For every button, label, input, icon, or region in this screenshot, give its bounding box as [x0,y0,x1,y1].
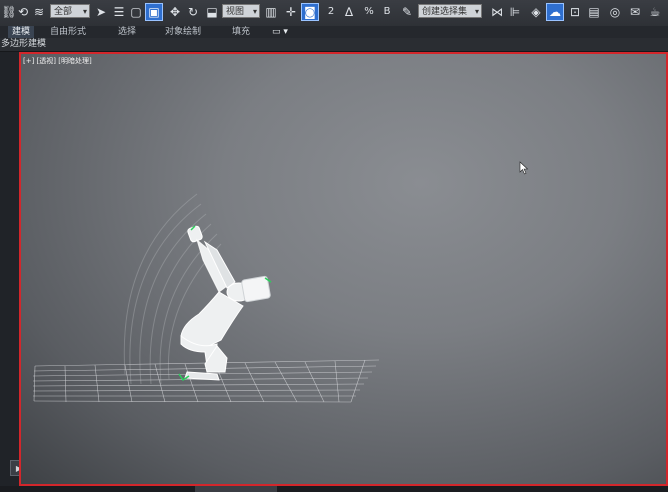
bind-spacewarp-icon[interactable]: ≋ [30,3,48,21]
material-editor-icon[interactable]: ◎ [606,3,624,21]
ribbon-options-icon[interactable]: ▭ ▾ [272,26,288,38]
select-object-icon[interactable]: ➤ [92,3,110,21]
angle-snap-icon[interactable]: ∆ [340,3,358,21]
scene-explorer-icon[interactable]: ☁ [546,3,564,21]
perspective-viewport[interactable]: [+] [透视] [明暗处理] [19,52,668,486]
mirror-icon[interactable]: ⋈ [488,3,506,21]
main-toolbar: ⛓ ⟲ ≋ 全部 ▾ ➤ ☰ ▢ ▣ ✥ ↻ ⬓ 视图 ▾ ▥ ✛ ◙ 2 ∆ % … [0,0,668,27]
select-by-name-icon[interactable]: ☰ [110,3,128,21]
select-manipulate-icon[interactable]: ✛ [282,3,300,21]
curve-editor-icon[interactable]: ⊡ [566,3,584,21]
rect-selection-icon[interactable]: ▢ [127,3,145,21]
tab-selection[interactable]: 选择 [118,26,136,38]
named-selection-field[interactable]: 创建选择集 ▾ [418,4,482,18]
character-model [180,225,271,381]
render-icon[interactable]: ☕ [646,3,664,21]
layer-manager-icon[interactable]: ◈ [527,3,545,21]
left-panel [0,52,20,492]
spinner-snap-icon[interactable]: B [378,3,396,21]
named-selection-value: 创建选择集 [422,7,468,17]
chevron-down-icon: ▾ [474,7,479,16]
status-bar [0,486,668,492]
align-icon[interactable]: ⊫ [506,3,524,21]
status-field[interactable] [195,486,277,492]
rotate-icon[interactable]: ↻ [184,3,202,21]
selection-filter-value: 全部 [54,7,73,17]
tab-populate[interactable]: 填充 [232,26,250,38]
tab-modeling[interactable]: 建模 [8,26,35,38]
tab-object-paint[interactable]: 对象绘制 [165,26,201,38]
edit-named-selection-icon[interactable]: ✎ [398,3,416,21]
keyboard-shortcut-override-icon[interactable]: ◙ [301,3,319,21]
scale-icon[interactable]: ⬓ [203,3,221,21]
mouse-cursor-icon [519,161,529,175]
viewport-scene [32,193,380,403]
reference-coord-dropdown[interactable]: 视图 ▾ [222,4,260,18]
tab-freeform[interactable]: 自由形式 [50,26,86,38]
percent-snap-icon[interactable]: % [360,3,378,21]
snaps-toggle-icon[interactable]: 2 [322,3,340,21]
polygon-modeling-label[interactable]: 多边形建模 [1,38,46,51]
move-icon[interactable]: ✥ [166,3,184,21]
render-setup-icon[interactable]: ✉ [626,3,644,21]
ribbon-panel-bar: 多边形建模 [0,38,668,52]
reference-coord-value: 视图 [226,7,245,17]
window-crossing-icon[interactable]: ▣ [145,3,163,21]
chevron-down-icon: ▾ [252,7,257,16]
selection-filter-dropdown[interactable]: 全部 ▾ [50,4,90,18]
schematic-view-icon[interactable]: ▤ [585,3,603,21]
chevron-down-icon: ▾ [82,7,87,16]
pivot-center-icon[interactable]: ▥ [262,3,280,21]
